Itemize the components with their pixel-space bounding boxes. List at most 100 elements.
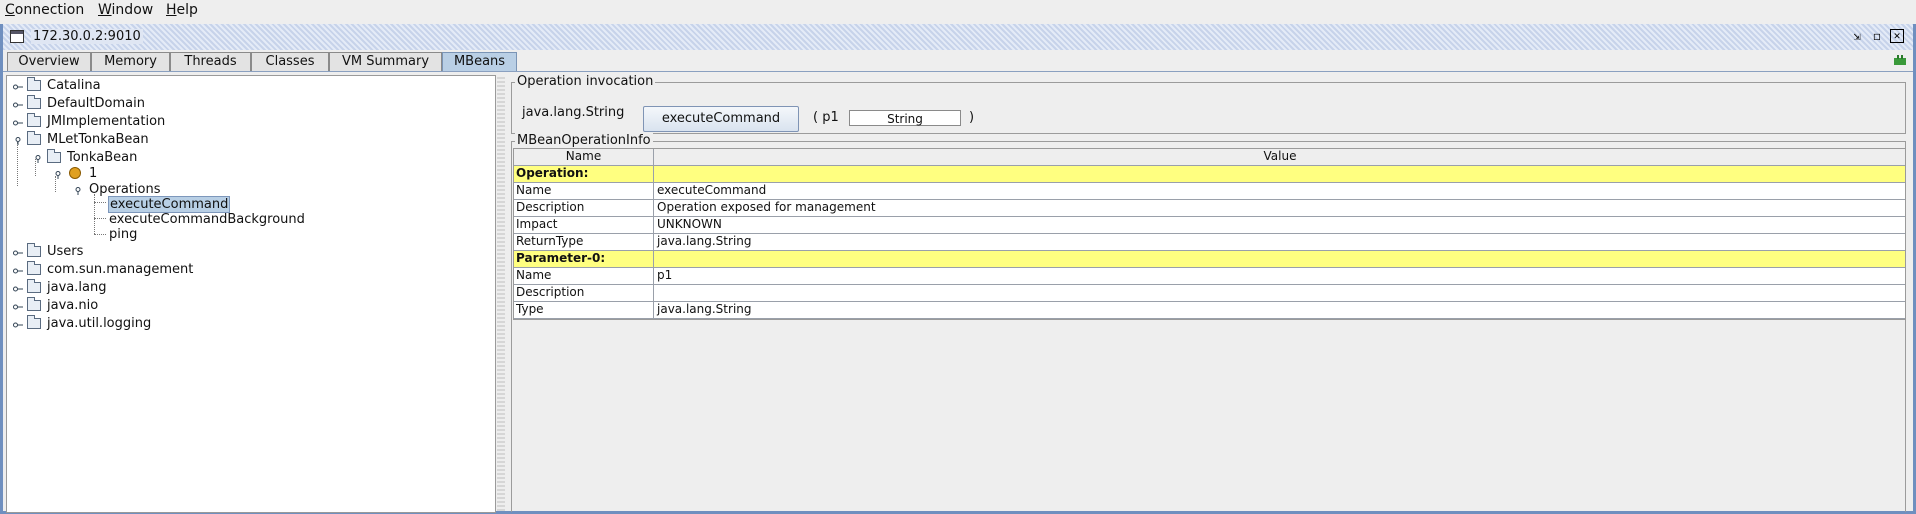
tab-divider [3,71,1913,72]
execute-command-button[interactable]: executeCommand [643,106,799,132]
mbean-operation-info-title: MBeanOperationInfo [515,133,653,148]
cell-name: Impact [514,217,654,233]
tree-guide [94,234,106,236]
cell-value: UNKNOWN [657,217,722,231]
param-open-label: ( p1 [813,110,839,125]
window-icon [10,30,24,43]
tree-label: JMImplementation [47,114,166,129]
tree-label: ping [109,227,138,242]
expand-key-icon[interactable] [13,267,23,275]
tree-guide [17,142,19,186]
mbean-detail-panel: java.lang.String executeCommand ( p1 Str… [507,74,1909,512]
column-header-value[interactable]: Value [655,149,1905,165]
menu-bar: Connection Window Help [0,0,1916,22]
tab-memory[interactable]: Memory [91,52,170,71]
cell-value: java.lang.String [657,234,752,248]
cell-value [655,166,1905,182]
table-header: Name Value [514,149,1905,166]
cell-value: java.lang.String [657,302,752,316]
collapse-key-icon[interactable] [53,171,63,179]
tree-guide [94,202,106,204]
param-p1-input[interactable]: String [849,110,961,126]
tree-guide [94,218,106,220]
operation-info-table: Name Value Operation: Name executeCommand… [513,148,1906,320]
window-title: 172.30.0.2:9010 [31,29,143,44]
param-close-label: ) [969,110,975,125]
tree-label: MLetTonkaBean [47,132,149,147]
tree-label: DefaultDomain [47,96,145,111]
folder-icon [27,131,41,145]
menu-window[interactable]: Window [98,2,153,18]
cell-name: Description [514,200,654,216]
cell-name: Description [514,285,654,301]
table-row[interactable]: Type java.lang.String [514,302,1905,319]
table-row[interactable]: Operation: [514,166,1905,183]
expand-key-icon[interactable] [13,249,23,257]
cell-value [655,285,1905,301]
expand-key-icon[interactable] [13,101,23,109]
tab-overview[interactable]: Overview [7,52,91,71]
table-row[interactable]: Description [514,285,1905,302]
window-content: Overview Memory Threads Classes VM Summa… [3,50,1913,513]
tree-label: executeCommandBackground [109,212,305,227]
expand-key-icon[interactable] [13,321,23,329]
tree-label: java.nio [47,298,99,313]
expand-key-icon[interactable] [13,285,23,293]
tree-label: Operations [89,182,161,197]
expand-key-icon[interactable] [13,83,23,91]
table-row[interactable]: ReturnType java.lang.String [514,234,1905,251]
menu-help[interactable]: Help [166,2,198,18]
tree-label: com.sun.management [47,262,194,277]
collapse-key-icon[interactable] [13,137,23,145]
cell-name: Name [514,183,654,199]
folder-icon [27,297,41,311]
tab-threads[interactable]: Threads [170,52,251,71]
folder-icon [47,149,61,163]
tree-label: Catalina [47,78,101,93]
expand-key-icon[interactable] [13,119,23,127]
table-row[interactable]: Name p1 [514,268,1905,285]
connection-window: 172.30.0.2:9010 ⇲ ◻ ✕ Overview Memory Th… [0,24,1916,514]
expand-key-icon[interactable] [13,303,23,311]
folder-icon [27,315,41,329]
tree-label-selected: executeCommand [108,196,231,213]
folder-icon [27,95,41,109]
cell-value: Operation exposed for management [657,200,876,214]
return-type-label: java.lang.String [522,105,625,120]
cell-name: Parameter-0: [514,251,654,267]
tree-label: TonkaBean [67,150,138,165]
menu-connection[interactable]: Connection [5,2,84,18]
split-pane-divider[interactable] [497,75,505,511]
minimize-icon[interactable]: ⇲ [1849,28,1865,44]
table-row[interactable]: Name executeCommand [514,183,1905,200]
tree-label: 1 [89,166,98,181]
tree-label: java.lang [47,280,107,295]
operation-invocation-group: java.lang.String executeCommand ( p1 Str… [511,82,1906,134]
operation-invocation-title: Operation invocation [515,74,656,89]
window-title-bar[interactable]: 172.30.0.2:9010 ⇲ ◻ ✕ [3,24,1913,50]
cell-value: p1 [657,268,673,282]
tree-label: Users [47,244,84,259]
cell-name: Operation: [514,166,654,182]
table-row[interactable]: Impact UNKNOWN [514,217,1905,234]
table-row[interactable]: Parameter-0: [514,251,1905,268]
tree-label: java.util.logging [47,316,152,331]
column-header-name[interactable]: Name [514,149,654,165]
tab-vm-summary[interactable]: VM Summary [329,52,442,71]
folder-icon [27,261,41,275]
cell-name: Type [514,302,654,318]
table-row[interactable]: Description Operation exposed for managem… [514,200,1905,217]
mbean-icon [69,167,81,179]
tree-guide [94,194,96,234]
collapse-key-icon[interactable] [73,187,83,195]
folder-icon [27,113,41,127]
cell-name: Name [514,268,654,284]
maximize-icon[interactable]: ◻ [1869,28,1885,44]
connection-status-icon [1894,55,1906,65]
folder-icon [27,77,41,91]
cell-value [655,251,1905,267]
close-icon[interactable]: ✕ [1890,29,1904,43]
collapse-key-icon[interactable] [33,155,43,163]
tab-classes[interactable]: Classes [251,52,329,71]
tab-mbeans[interactable]: MBeans [442,52,517,71]
